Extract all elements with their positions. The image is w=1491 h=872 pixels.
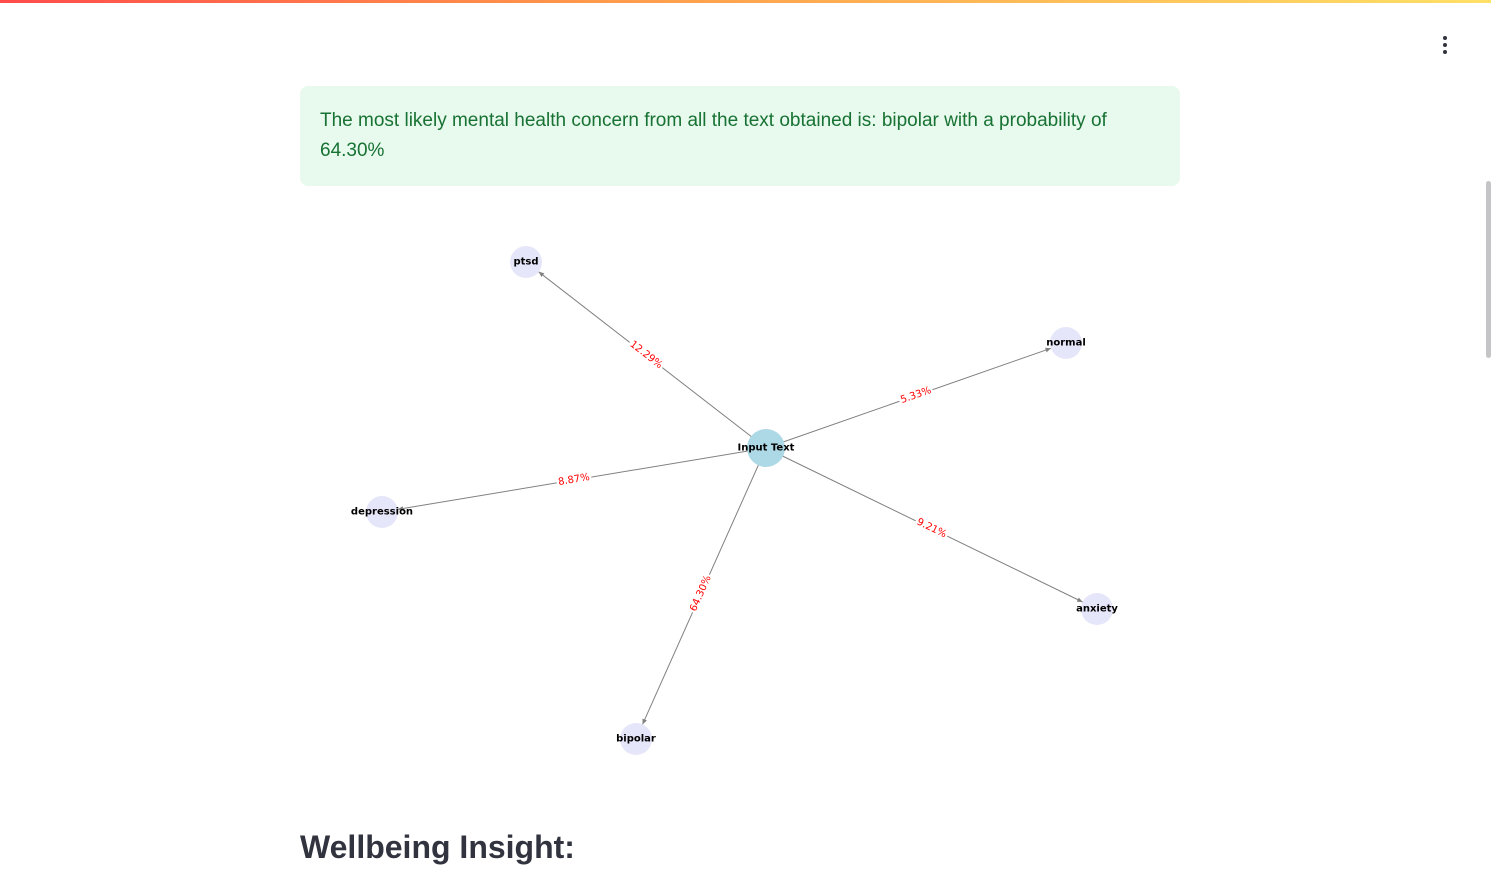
node-label-anxiety: anxiety — [1076, 604, 1118, 615]
node-label-depression: depression — [351, 507, 413, 518]
kebab-menu-icon — [1443, 36, 1447, 54]
result-alert: The most likely mental health concern fr… — [300, 86, 1180, 186]
edge-label-normal: 5.33% — [899, 385, 933, 406]
main-menu-button[interactable] — [1430, 30, 1460, 60]
scrollbar-thumb[interactable] — [1486, 181, 1491, 358]
edge-label-anxiety: 9.21% — [915, 517, 948, 541]
node-label-ptsd: ptsd — [513, 257, 538, 268]
node-label-center: Input Text — [738, 443, 795, 454]
edge-label-ptsd: 12.29% — [628, 339, 665, 371]
node-label-bipolar: bipolar — [616, 734, 656, 745]
probability-network-graph: ptsd normal depression anxiety bipolar Input … — [351, 246, 1118, 755]
header-decoration-bar — [0, 0, 1491, 3]
wellbeing-insight-heading: Wellbeing Insight: — [300, 829, 575, 865]
node-label-normal: normal — [1046, 338, 1086, 349]
result-alert-text: The most likely mental health concern fr… — [320, 110, 1107, 161]
